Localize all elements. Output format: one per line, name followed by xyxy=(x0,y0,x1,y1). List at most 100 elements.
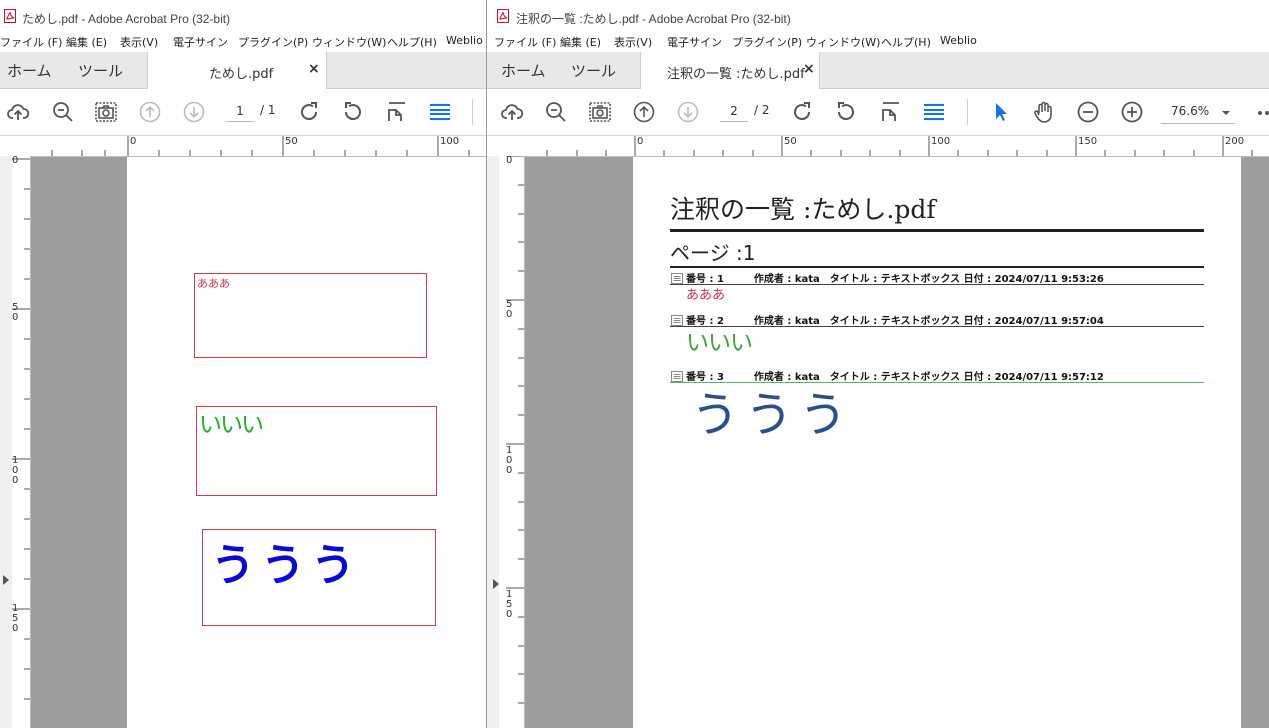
zoom-dropdown[interactable]: 76.6% xyxy=(1161,101,1235,124)
right-acrobat-window: 注釈の一覧 :ためし.pdf - Adobe Acrobat Pro (32-b… xyxy=(487,0,1269,728)
scrolling-mode-icon[interactable] xyxy=(922,100,946,124)
menu-bar: ファイル (F) 編集 (E) 表示(V) 電子サイン プラグイン(P) ウィン… xyxy=(0,32,486,52)
menu-plugins[interactable]: プラグイン(P) xyxy=(238,34,308,50)
close-tab-icon[interactable]: × xyxy=(803,61,815,77)
close-tab-icon[interactable]: × xyxy=(308,61,320,77)
expand-panel-icon[interactable] xyxy=(491,578,501,590)
ruler-label: 100 xyxy=(931,136,951,147)
ruler-label: 0 xyxy=(506,156,513,166)
window-title: ためし.pdf - Adobe Acrobat Pro (32-bit) xyxy=(22,12,231,26)
canvas-background xyxy=(525,157,633,728)
annotation-content: いいい xyxy=(686,330,753,356)
pdf-page: 注釈の一覧 :ためし.pdf ページ :1 番号 : 1 作成者 : kata … xyxy=(633,157,1241,728)
menu-weblio[interactable]: Weblio xyxy=(940,34,977,47)
horizontal-ruler: 0 50 100 150 200 xyxy=(525,136,1269,157)
menu-esign[interactable]: 電子サイン xyxy=(667,34,722,50)
tab-home[interactable]: ホーム xyxy=(501,60,546,81)
toolbar: 2 / 2 76.6% xyxy=(487,89,1269,136)
menu-window[interactable]: ウィンドウ(W) xyxy=(312,34,386,50)
note-icon xyxy=(671,371,683,382)
annotation-content: ううう xyxy=(691,387,854,443)
menu-help[interactable]: ヘルプ(H) xyxy=(387,34,437,50)
menu-view[interactable]: 表示(V) xyxy=(120,34,158,50)
cloud-upload-icon[interactable] xyxy=(6,100,30,124)
snapshot-camera-icon[interactable] xyxy=(94,100,118,124)
tab-bar: ホーム ツール ためし.pdf × xyxy=(0,52,486,89)
page-number-input[interactable]: 2 xyxy=(720,101,748,122)
horizontal-ruler: 0 50 100 xyxy=(30,136,486,157)
zoom-out-icon[interactable] xyxy=(1076,100,1100,124)
tab-document[interactable]: 注釈の一覧 :ためし.pdf × xyxy=(640,52,820,89)
menu-file[interactable]: ファイル (F) xyxy=(494,34,556,50)
entry-rule xyxy=(670,284,1204,285)
more-tools-icon[interactable] xyxy=(1257,110,1269,116)
canvas-background xyxy=(1241,157,1269,728)
annotation-textbox-2[interactable]: いいい xyxy=(196,406,437,496)
snapshot-camera-icon[interactable] xyxy=(588,100,612,124)
tab-document-label: 注釈の一覧 :ためし.pdf xyxy=(667,67,805,82)
left-side-gutter xyxy=(487,156,499,728)
menu-help[interactable]: ヘルプ(H) xyxy=(881,34,931,50)
toolbar-separator xyxy=(967,99,968,125)
ruler-label: 200 xyxy=(1225,136,1245,147)
zoom-in-icon[interactable] xyxy=(1120,100,1144,124)
title-bar: 注釈の一覧 :ためし.pdf - Adobe Acrobat Pro (32-b… xyxy=(487,0,1269,32)
rotate-counterclockwise-icon[interactable] xyxy=(341,100,365,124)
select-cursor-icon[interactable] xyxy=(989,100,1013,124)
previous-page-icon[interactable] xyxy=(632,100,656,124)
tab-tools[interactable]: ツール xyxy=(78,60,123,81)
page-label: ページ :1 xyxy=(670,241,756,265)
left-acrobat-window: ためし.pdf - Adobe Acrobat Pro (32-bit) ファイ… xyxy=(0,0,486,728)
menu-edit[interactable]: 編集 (E) xyxy=(560,34,601,50)
tab-tools[interactable]: ツール xyxy=(571,60,616,81)
next-page-icon[interactable] xyxy=(676,100,700,124)
next-page-icon[interactable] xyxy=(182,100,206,124)
annotation-textbox-1[interactable]: あああ xyxy=(194,273,427,358)
fit-page-icon[interactable] xyxy=(879,100,903,124)
hand-tool-icon[interactable] xyxy=(1032,100,1056,124)
annotation-textbox-3[interactable]: ううう xyxy=(202,529,436,626)
rotate-clockwise-icon[interactable] xyxy=(790,100,814,124)
zoom-search-icon[interactable] xyxy=(51,100,75,124)
menu-edit[interactable]: 編集 (E) xyxy=(66,34,107,50)
ruler-label: 0 xyxy=(130,136,137,147)
document-heading: 注釈の一覧 :ためし.pdf xyxy=(670,195,936,224)
page-number-input[interactable]: 1 xyxy=(226,101,254,122)
zoom-search-icon[interactable] xyxy=(544,100,568,124)
page-total: / 2 xyxy=(754,103,770,117)
menu-view[interactable]: 表示(V) xyxy=(614,34,652,50)
pdf-app-icon xyxy=(4,9,16,23)
ruler-label: 50 xyxy=(285,136,298,147)
tab-home[interactable]: ホーム xyxy=(7,60,52,81)
chevron-down-icon xyxy=(1222,111,1230,115)
menu-esign[interactable]: 電子サイン xyxy=(173,34,228,50)
expand-panel-icon[interactable] xyxy=(1,574,11,586)
previous-page-icon[interactable] xyxy=(138,100,162,124)
ruler-label: 0 xyxy=(637,136,644,147)
ruler-label: 150 xyxy=(1078,136,1098,147)
toolbar: 1 / 1 xyxy=(0,89,486,136)
ruler-label: 50 xyxy=(506,299,513,320)
ruler-label: 50 xyxy=(784,136,797,147)
menu-plugins[interactable]: プラグイン(P) xyxy=(732,34,802,50)
ruler-label: 150 xyxy=(12,603,19,634)
window-title: 注釈の一覧 :ためし.pdf - Adobe Acrobat Pro (32-b… xyxy=(516,12,791,26)
canvas-background xyxy=(31,157,127,728)
annotation-text: あああ xyxy=(197,277,230,290)
vertical-ruler: 0 50 100 150 xyxy=(506,156,525,728)
pdf-app-icon xyxy=(497,9,509,23)
ruler-ticks xyxy=(12,158,30,700)
cloud-upload-icon[interactable] xyxy=(500,100,524,124)
ruler-label: 0 xyxy=(12,156,19,166)
tab-document[interactable]: ためし.pdf × xyxy=(147,52,327,89)
menu-file[interactable]: ファイル (F) xyxy=(0,34,62,50)
rotate-counterclockwise-icon[interactable] xyxy=(834,100,858,124)
scrolling-mode-icon[interactable] xyxy=(428,100,452,124)
annotation-meta: 番号 : 1 作成者 : kata タイトル : テキストボックス 日付 : 2… xyxy=(686,274,1104,285)
menu-weblio[interactable]: Weblio xyxy=(446,34,483,47)
ruler-label: 150 xyxy=(506,589,513,620)
fit-page-icon[interactable] xyxy=(385,100,409,124)
menu-window[interactable]: ウィンドウ(W) xyxy=(806,34,880,50)
rotate-clockwise-icon[interactable] xyxy=(297,100,321,124)
note-icon xyxy=(671,315,683,326)
